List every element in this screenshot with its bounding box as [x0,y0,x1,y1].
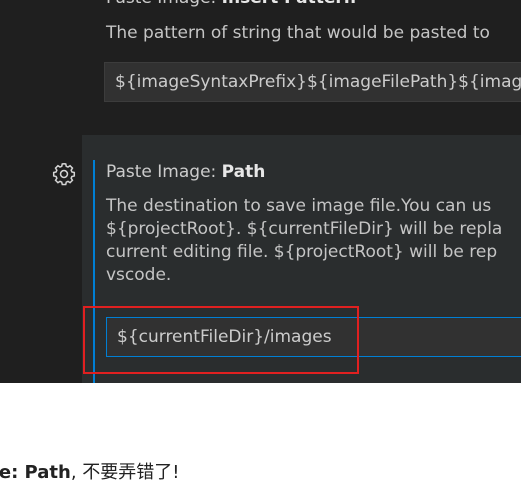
setting-title-insert-pattern: Paste Image: Insert Pattern [106,0,356,10]
setting-title-prefix: Paste Image: [106,162,222,182]
highlight-annotation [83,306,359,374]
settings-panel: Paste Image: Insert Pattern The pattern … [0,0,521,383]
setting-description: The destination to save image file.You c… [106,195,502,287]
setting-title-name: Path [221,162,266,182]
description-line: current editing file. ${projectRoot} wil… [106,242,498,262]
gear-icon[interactable] [51,161,77,187]
insert-pattern-input[interactable]: ${imageSyntaxPrefix}${imageFilePath}${im… [104,62,521,102]
caption-text: ge: Path, 不要弄错了! [0,458,180,484]
setting-title-prefix: Paste Image: [106,0,222,8]
setting-description: The pattern of string that would be past… [106,23,490,43]
description-line: The destination to save image file.You c… [106,196,492,216]
setting-title-name: Insert Pattern [222,0,356,8]
setting-insert-pattern: Paste Image: Insert Pattern The pattern … [82,0,521,116]
caption-bold: ge: Path [0,462,71,483]
description-line: vscode. [106,265,172,285]
description-line: ${projectRoot}. ${currentFileDir} will b… [106,219,503,239]
setting-title-path: Paste Image: Path [106,160,265,184]
caption-rest: , 不要弄错了! [70,462,180,483]
